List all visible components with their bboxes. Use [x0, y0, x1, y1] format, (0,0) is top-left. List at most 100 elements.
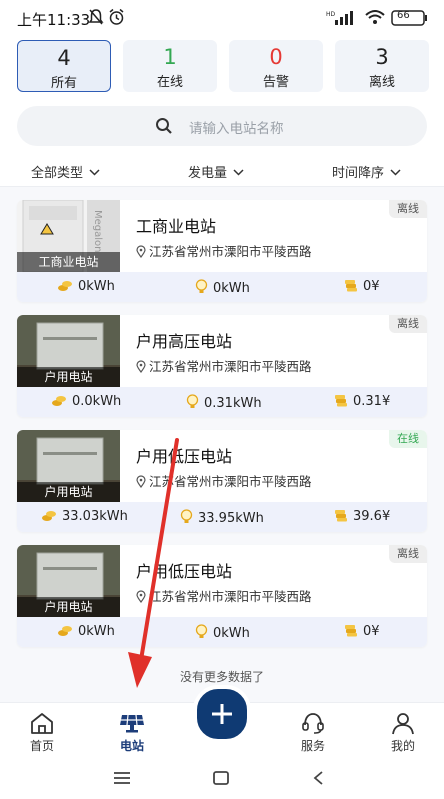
money-stack-icon [344, 279, 358, 296]
station-name: 工商业电站 [136, 217, 217, 236]
headset-service-icon [278, 711, 348, 735]
station-card[interactable]: 户用电站 户用低压电站 江苏省常州市溧阳市平陵西路 离线 0kWh 0kWh 0… [17, 545, 427, 647]
location-pin-icon [136, 590, 146, 606]
coins-icon [57, 624, 73, 641]
station-thumbnail: 户用电站 [17, 430, 120, 502]
station-address: 江苏省常州市溧阳市平陵西路 [136, 471, 312, 491]
status-badge: 离线 [389, 315, 427, 333]
list-end-message: 没有更多数据了 [179, 670, 264, 684]
power-value: 33.95kWh [198, 511, 264, 526]
alarm-clock-icon [108, 8, 125, 30]
bulb-icon [195, 624, 208, 643]
battery-level: 66 [397, 10, 410, 21]
type-filter-dropdown[interactable]: 全部类型 [31, 162, 100, 181]
home-nav-icon[interactable] [212, 770, 230, 790]
station-name: 户用低压电站 [136, 447, 233, 466]
money-stack-icon [344, 624, 358, 641]
tab-mine[interactable]: 我的 [368, 711, 438, 754]
sort-dropdown[interactable]: 时间降序 [332, 162, 401, 181]
back-nav-icon[interactable] [311, 770, 325, 790]
station-thumbnail: 户用电站 [17, 545, 120, 617]
bulb-icon [180, 509, 193, 528]
search-placeholder: 请输入电站名称 [189, 121, 284, 137]
menu-nav-icon[interactable] [113, 770, 131, 790]
location-pin-icon [136, 360, 146, 376]
address-text: 江苏省常州市溧阳市平陵西路 [149, 244, 312, 259]
bulb-icon [186, 394, 199, 413]
energy-stat: 0kWh [57, 624, 115, 641]
metric-filter-dropdown[interactable]: 发电量 [188, 162, 244, 181]
type-filter-label: 全部类型 [31, 166, 84, 181]
station-name: 户用低压电站 [136, 562, 233, 581]
mute-bell-icon [88, 8, 104, 30]
tab-service-label: 服务 [300, 739, 325, 753]
tab-count: 1 [163, 45, 177, 69]
thumbnail-caption: 工商业电站 [17, 252, 120, 272]
tab-count: 0 [269, 45, 283, 69]
energy-stat: 0.0kWh [51, 394, 121, 411]
coins-icon [51, 394, 67, 411]
chevron-down-icon [233, 165, 244, 180]
search-area: 请输入电站名称 [0, 98, 444, 156]
tab-label: 在线 [156, 75, 183, 90]
system-nav-bar [0, 760, 444, 799]
energy-value: 33.03kWh [62, 509, 128, 524]
income-stat: 39.6¥ [334, 509, 390, 526]
energy-value: 0kWh [78, 624, 115, 639]
energy-value: 0.0kWh [72, 394, 122, 409]
tab-label: 告警 [262, 75, 289, 90]
svg-text:HD: HD [326, 11, 336, 18]
tab-alarm[interactable]: 0 告警 [229, 40, 323, 92]
tab-service[interactable]: 服务 [278, 711, 348, 754]
power-stat: 0kWh [195, 279, 250, 298]
status-filter-tabs: 4 所有 1 在线 0 告警 3 离线 [0, 36, 444, 98]
tab-online[interactable]: 1 在线 [123, 40, 217, 92]
tab-station[interactable]: 电站 [97, 711, 167, 754]
station-stats: 33.03kWh 33.95kWh 39.6¥ [17, 502, 427, 532]
svg-text:Megalon: Megalon [92, 210, 103, 253]
energy-stat: 0kWh [57, 279, 115, 296]
station-name: 户用高压电站 [136, 332, 233, 351]
power-value: 0kWh [213, 281, 250, 296]
address-text: 江苏省常州市溧阳市平陵西路 [149, 474, 312, 489]
station-address: 江苏省常州市溧阳市平陵西路 [136, 356, 312, 376]
station-card[interactable]: 户用电站 户用低压电站 江苏省常州市溧阳市平陵西路 在线 33.03kWh 33… [17, 430, 427, 532]
income-value: 0¥ [363, 624, 380, 639]
coins-icon [41, 509, 57, 526]
station-thumbnail: Megalon 工商业电站 [17, 200, 120, 272]
power-value: 0.31kWh [204, 396, 262, 411]
status-badge: 离线 [389, 200, 427, 218]
station-address: 江苏省常州市溧阳市平陵西路 [136, 586, 312, 606]
address-text: 江苏省常州市溧阳市平陵西路 [149, 589, 312, 604]
thumbnail-caption: 户用电站 [17, 482, 120, 502]
income-value: 39.6¥ [353, 509, 391, 524]
status-time: 上午11:33 [17, 11, 91, 29]
station-search-input[interactable]: 请输入电站名称 [17, 106, 427, 146]
tab-offline[interactable]: 3 离线 [335, 40, 429, 92]
station-address: 江苏省常州市溧阳市平陵西路 [136, 241, 312, 261]
plus-icon [210, 702, 234, 730]
chevron-down-icon [390, 165, 401, 180]
tab-count: 3 [375, 45, 389, 69]
thumbnail-caption: 户用电站 [17, 597, 120, 617]
tab-home[interactable]: 首页 [7, 711, 77, 754]
income-stat: 0¥ [344, 624, 380, 641]
energy-value: 0kWh [78, 279, 115, 294]
station-stats: 0kWh 0kWh 0¥ [17, 617, 427, 647]
tab-all[interactable]: 4 所有 [17, 40, 111, 92]
station-card[interactable]: Megalon 工商业电站 工商业电站 江苏省常州市溧阳市平陵西路 离线 0kW… [17, 200, 427, 302]
income-stat: 0.31¥ [334, 394, 390, 411]
add-station-button[interactable] [193, 685, 251, 743]
station-thumbnail: 户用电站 [17, 315, 120, 387]
power-stat: 0.31kWh [186, 394, 262, 413]
station-stats: 0kWh 0kWh 0¥ [17, 272, 427, 302]
station-card[interactable]: 户用电站 户用高压电站 江苏省常州市溧阳市平陵西路 离线 0.0kWh 0.31… [17, 315, 427, 417]
sort-label: 时间降序 [332, 166, 385, 181]
station-stats: 0.0kWh 0.31kWh 0.31¥ [17, 387, 427, 417]
bulb-icon [195, 279, 208, 298]
tab-label: 所有 [50, 76, 77, 91]
tab-station-label: 电站 [119, 739, 144, 753]
metric-filter-label: 发电量 [188, 166, 228, 181]
power-stat: 0kWh [195, 624, 250, 643]
money-stack-icon [334, 509, 348, 526]
